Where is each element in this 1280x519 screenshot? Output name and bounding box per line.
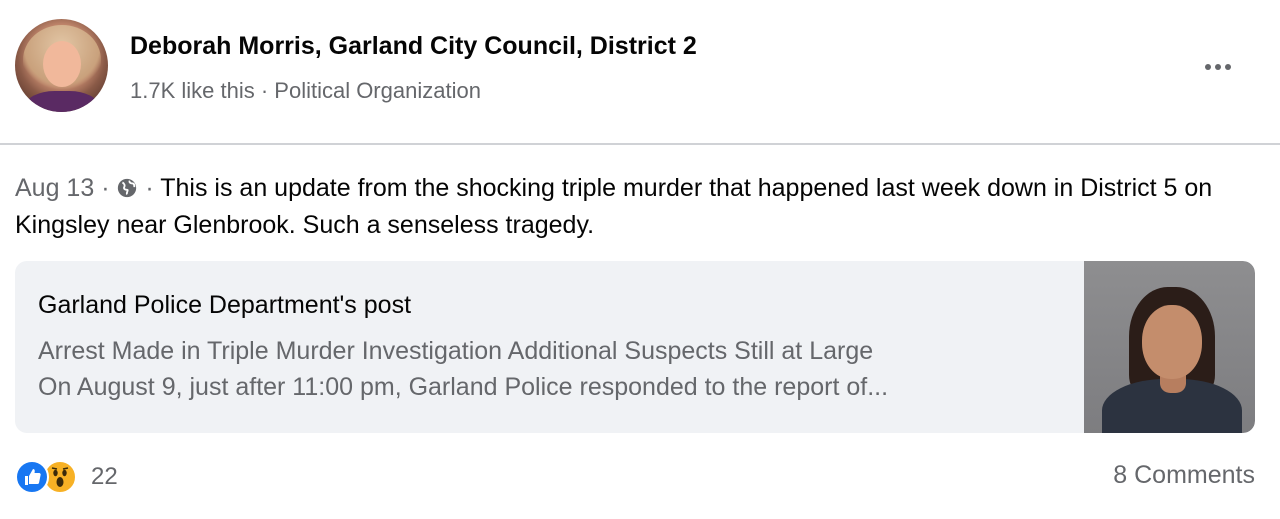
page-meta: 1.7K like this · Political Organization <box>130 78 481 103</box>
shared-post-thumbnail[interactable] <box>1084 261 1255 433</box>
more-dot-icon <box>1205 64 1211 70</box>
reaction-count[interactable]: 22 <box>91 463 118 491</box>
comments-count-link[interactable]: 8 Comments <box>1113 461 1255 490</box>
more-dot-icon <box>1215 64 1221 70</box>
reaction-summary[interactable]: 22 <box>15 458 118 496</box>
meta-separator: · <box>94 174 117 202</box>
more-dot-icon <box>1225 64 1231 70</box>
meta-separator: · <box>138 174 161 202</box>
page-name-link[interactable]: Deborah Morris, Garland City Council, Di… <box>130 32 697 61</box>
post-date[interactable]: Aug 13 <box>15 174 94 202</box>
post-text: This is an update from the shocking trip… <box>15 174 1213 239</box>
post-header: Deborah Morris, Garland City Council, Di… <box>0 0 1280 144</box>
header-divider <box>0 143 1280 145</box>
shared-post-card[interactable]: Garland Police Department's post Arrest … <box>15 261 1255 433</box>
shared-post-title[interactable]: Garland Police Department's post <box>38 291 411 320</box>
shared-post-snippet: On August 9, just after 11:00 pm, Garlan… <box>38 373 889 401</box>
page-avatar[interactable] <box>15 19 108 112</box>
more-options-button[interactable] <box>1196 52 1240 82</box>
globe-icon[interactable] <box>116 177 138 199</box>
shared-post-headline: Arrest Made in Triple Murder Investigati… <box>38 337 874 365</box>
like-icon <box>15 460 49 494</box>
post-body: Aug 13 · · This is an update from the sh… <box>15 170 1265 244</box>
